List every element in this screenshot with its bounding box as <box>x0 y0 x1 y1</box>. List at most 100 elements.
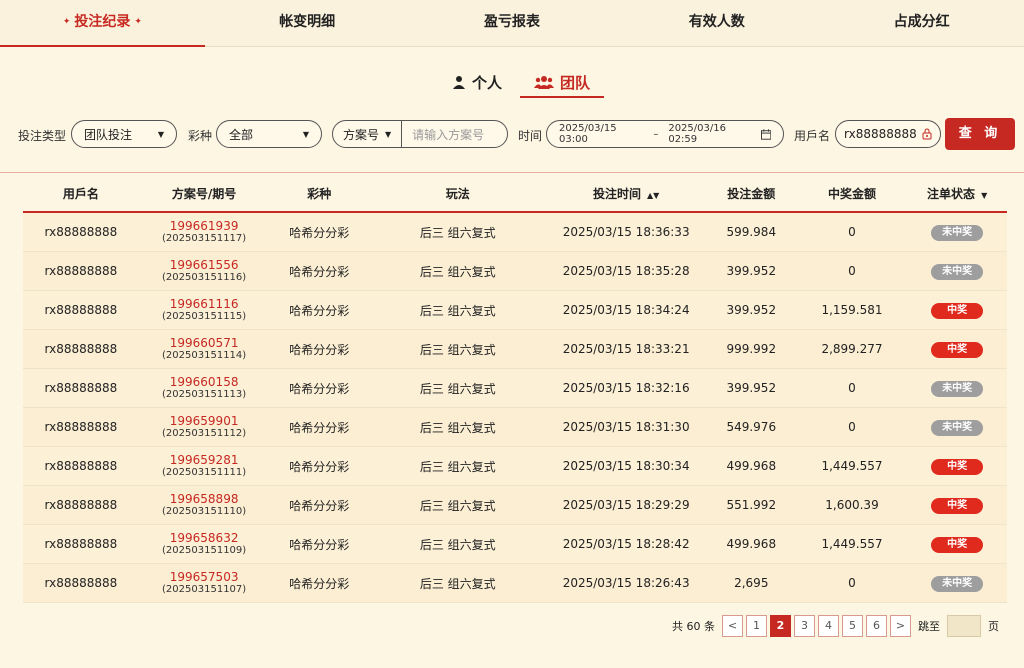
page-button[interactable]: 6 <box>866 615 887 637</box>
scheme-number-link[interactable]: 199659901 <box>139 414 270 428</box>
scheme-number-link[interactable]: 199657503 <box>139 570 270 584</box>
tab-account-changes[interactable]: 帐变明细 <box>205 0 410 46</box>
page-button[interactable]: 5 <box>842 615 863 637</box>
lottery-label: 彩种 <box>188 129 213 143</box>
scheme-type-select[interactable]: 方案号 ▼ <box>343 121 403 147</box>
col-status[interactable]: 注单状态 ▼ <box>907 175 1007 213</box>
table-row: rx88888888 199661556 (202503151116) 哈希分分彩 后三… <box>23 251 1007 291</box>
cell-play: 后三 组六复式 <box>369 524 547 564</box>
period-number: (202503151116) <box>162 272 247 283</box>
cell-scheme: 199660158 (202503151113) <box>138 368 270 408</box>
query-button[interactable]: 查 询 <box>945 118 1015 150</box>
play-text: 后三 组六复式 <box>419 459 496 474</box>
top-tabs: ✦ 投注纪录 ✦ 帐变明细 盈亏报表 有效人数 占成分红 <box>0 0 1024 47</box>
scheme-number-link[interactable]: 199661116 <box>139 297 270 311</box>
prev-page-button[interactable]: < <box>722 615 743 637</box>
username-value: rx88888888 <box>844 127 917 141</box>
bet-time-text: 2025/03/15 18:26:43 <box>562 576 690 590</box>
table-row: rx88888888 199660571 (202503151114) 哈希分分彩 后三… <box>23 329 1007 369</box>
username-text: rx88888888 <box>44 537 118 551</box>
tab-label: 占成分红 <box>893 14 950 30</box>
lottery-text: 哈希分分彩 <box>289 225 350 240</box>
play-text: 后三 组六复式 <box>419 537 496 552</box>
caret-down-icon: ▼ <box>157 129 164 139</box>
cell-bet-amount: 999.992 <box>705 329 797 369</box>
filter-down-icon[interactable]: ▼ <box>981 191 987 200</box>
username-input[interactable]: rx88888888 <box>835 120 941 148</box>
cell-bet-time: 2025/03/15 18:31:30 <box>546 407 706 447</box>
page-button[interactable]: 4 <box>818 615 839 637</box>
scheme-search: 方案号 ▼ 请输入方案号 <box>332 120 508 148</box>
bet-amount-text: 551.992 <box>726 498 777 512</box>
cell-bet-time: 2025/03/15 18:32:16 <box>546 368 706 408</box>
bet-amount-text: 549.976 <box>726 420 777 434</box>
col-win-amount: 中奖金额 <box>796 175 908 213</box>
jump-page-input[interactable] <box>947 615 981 637</box>
lottery-text: 哈希分分彩 <box>289 303 350 318</box>
mode-personal[interactable]: 个人 <box>440 68 514 96</box>
scheme-number-link[interactable]: 199660571 <box>139 336 270 350</box>
tab-dividend[interactable]: 占成分红 <box>819 0 1024 46</box>
cell-status: 中奖 <box>907 485 1007 525</box>
page-unit: 页 <box>988 620 999 633</box>
play-text: 后三 组六复式 <box>419 303 496 318</box>
scheme-number-link[interactable]: 199661556 <box>139 258 270 272</box>
tab-label: 盈亏报表 <box>483 14 540 30</box>
scheme-number-link[interactable]: 199660158 <box>139 375 270 389</box>
scheme-number-link[interactable]: 199658898 <box>139 492 270 506</box>
cell-scheme: 199659901 (202503151112) <box>138 407 270 447</box>
col-bet-time[interactable]: 投注时间 ▲▼ <box>546 175 706 213</box>
username-text: rx88888888 <box>44 459 118 473</box>
page-button[interactable]: 1 <box>746 615 767 637</box>
username-text: rx88888888 <box>44 381 118 395</box>
lottery-select[interactable]: 全部 ▼ <box>216 120 322 148</box>
username-label: 用戶名 <box>794 129 831 143</box>
cell-username: rx88888888 <box>23 329 139 369</box>
cell-status: 中奖 <box>907 524 1007 564</box>
cell-bet-time: 2025/03/15 18:36:33 <box>546 212 706 252</box>
scheme-number-link[interactable]: 199658632 <box>139 531 270 545</box>
status-badge: 中奖 <box>931 341 984 358</box>
sort-icon[interactable]: ▲▼ <box>647 191 659 200</box>
cell-win-amount: 1,449.557 <box>796 446 908 486</box>
cell-lottery: 哈希分分彩 <box>269 368 370 408</box>
cell-win-amount: 1,449.557 <box>796 524 908 564</box>
play-text: 后三 组六复式 <box>419 420 496 435</box>
date-range-picker[interactable]: 2025/03/15 03:00 – 2025/03/16 02:59 <box>546 120 784 148</box>
scheme-number-link[interactable]: 199661939 <box>139 219 270 233</box>
status-badge: 未中奖 <box>931 224 984 241</box>
pagination: 共 60 条 < 1 2 3 4 5 6 > 跳至 页 <box>668 614 1003 638</box>
lottery-text: 哈希分分彩 <box>289 381 350 396</box>
status-badge: 中奖 <box>931 302 984 319</box>
page-button[interactable]: 3 <box>794 615 815 637</box>
time-label: 时间 <box>518 129 543 143</box>
username-text: rx88888888 <box>44 225 118 239</box>
cell-bet-time: 2025/03/15 18:28:42 <box>546 524 706 564</box>
tab-label: 帐变明细 <box>279 14 336 30</box>
scheme-number-link[interactable]: 199659281 <box>139 453 270 467</box>
page-button-current[interactable]: 2 <box>770 615 791 637</box>
next-page-button[interactable]: > <box>890 615 911 637</box>
tab-profit-report[interactable]: 盈亏报表 <box>410 0 615 46</box>
cell-scheme: 199659281 (202503151111) <box>138 446 270 486</box>
username-text: rx88888888 <box>44 264 118 278</box>
status-badge: 中奖 <box>931 536 984 553</box>
mode-team[interactable]: 团队 <box>520 68 605 98</box>
col-bet-amount: 投注金额 <box>705 175 797 213</box>
status-badge: 未中奖 <box>931 575 984 592</box>
cell-bet-time: 2025/03/15 18:34:24 <box>546 290 706 330</box>
status-badge: 中奖 <box>931 458 984 475</box>
play-text: 后三 组六复式 <box>419 576 496 591</box>
bet-time-text: 2025/03/15 18:32:16 <box>562 381 690 395</box>
cell-username: rx88888888 <box>23 251 139 291</box>
tab-valid-users[interactable]: 有效人数 <box>614 0 819 46</box>
bet-type-select[interactable]: 团队投注 ▼ <box>71 120 177 148</box>
tab-bet-records[interactable]: ✦ 投注纪录 ✦ <box>0 0 205 47</box>
cell-scheme: 199657503 (202503151107) <box>138 563 270 603</box>
cell-bet-amount: 399.952 <box>705 290 797 330</box>
cell-username: rx88888888 <box>23 368 139 408</box>
cell-status: 未中奖 <box>907 407 1007 447</box>
scheme-input[interactable]: 请输入方案号 <box>402 126 484 143</box>
cell-bet-amount: 599.984 <box>705 212 797 252</box>
cell-bet-amount: 399.952 <box>705 368 797 408</box>
